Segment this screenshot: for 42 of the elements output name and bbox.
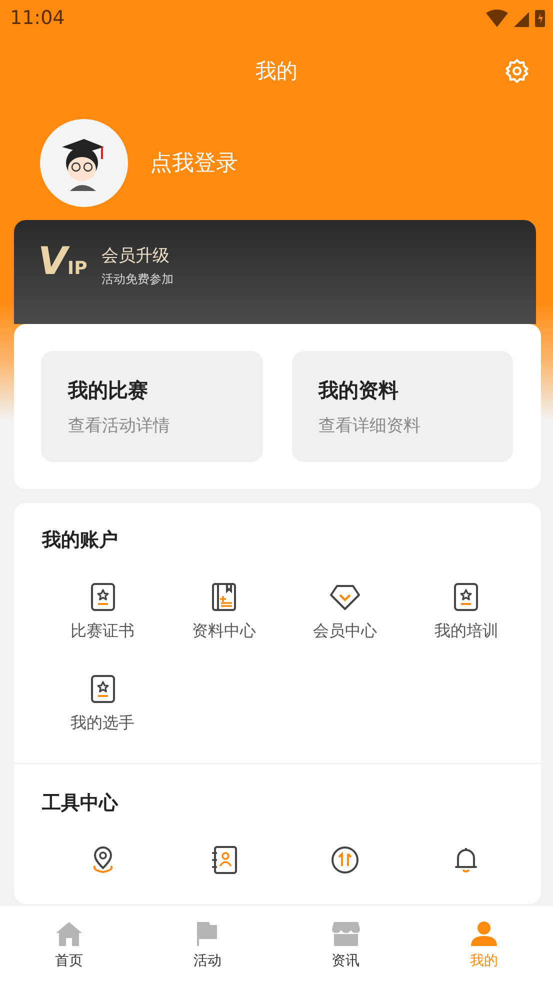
grid-item[interactable]: 我的培训 — [406, 583, 527, 653]
avatar-icon[interactable] — [40, 119, 128, 207]
grid-label: 资料中心 — [192, 621, 256, 642]
tile-subtitle: 查看详细资料 — [318, 414, 422, 436]
nav-tab[interactable]: 活动 — [138, 906, 276, 984]
vip-title: 会员升级 — [101, 245, 170, 267]
grid-item[interactable]: 会员中心 — [284, 583, 406, 653]
vip-logo: VIP — [38, 244, 88, 278]
flag-icon — [195, 920, 220, 946]
quick-tile[interactable]: 我的资料 查看详细资料 — [292, 351, 513, 462]
status-time: 11:04 — [10, 7, 65, 29]
section-title: 工具中心 — [41, 791, 120, 816]
signal-icon — [514, 12, 529, 27]
wifi-icon — [486, 9, 508, 27]
home-icon — [55, 920, 84, 946]
grid-label: 比赛证书 — [70, 621, 135, 642]
quick-tile[interactable]: 我的比赛 查看活动详情 — [41, 351, 262, 462]
nav-tab[interactable]: 资讯 — [276, 906, 415, 984]
certificate-icon — [453, 583, 480, 611]
grid-item[interactable]: 资料中心 — [163, 583, 284, 653]
update-arrows-icon — [331, 846, 360, 874]
section-title: 我的账户 — [40, 528, 119, 553]
diamond-icon — [329, 583, 362, 611]
book-icon — [210, 583, 237, 611]
certificate-icon — [90, 583, 116, 611]
page-title: 我的 — [256, 58, 298, 85]
grid-label: 我的选手 — [70, 713, 135, 734]
nav-tab[interactable]: 首页 — [0, 906, 138, 984]
grid-label: 会员中心 — [313, 621, 378, 642]
grid-label: 我的培训 — [434, 621, 498, 642]
grid-item[interactable]: 我的选手 — [42, 675, 164, 745]
grid-item[interactable]: 比赛证书 — [42, 583, 164, 653]
certificate-icon — [90, 675, 116, 703]
bell-icon — [453, 846, 480, 874]
battery-icon — [535, 9, 545, 27]
person-icon — [470, 920, 498, 946]
store-icon — [330, 920, 361, 946]
tile-title: 我的资料 — [318, 376, 400, 404]
tile-title: 我的比赛 — [68, 376, 149, 404]
tile-subtitle: 查看活动详情 — [68, 414, 171, 436]
contact-book-icon — [210, 846, 238, 874]
vip-subtitle: 活动免费参加 — [101, 271, 174, 288]
